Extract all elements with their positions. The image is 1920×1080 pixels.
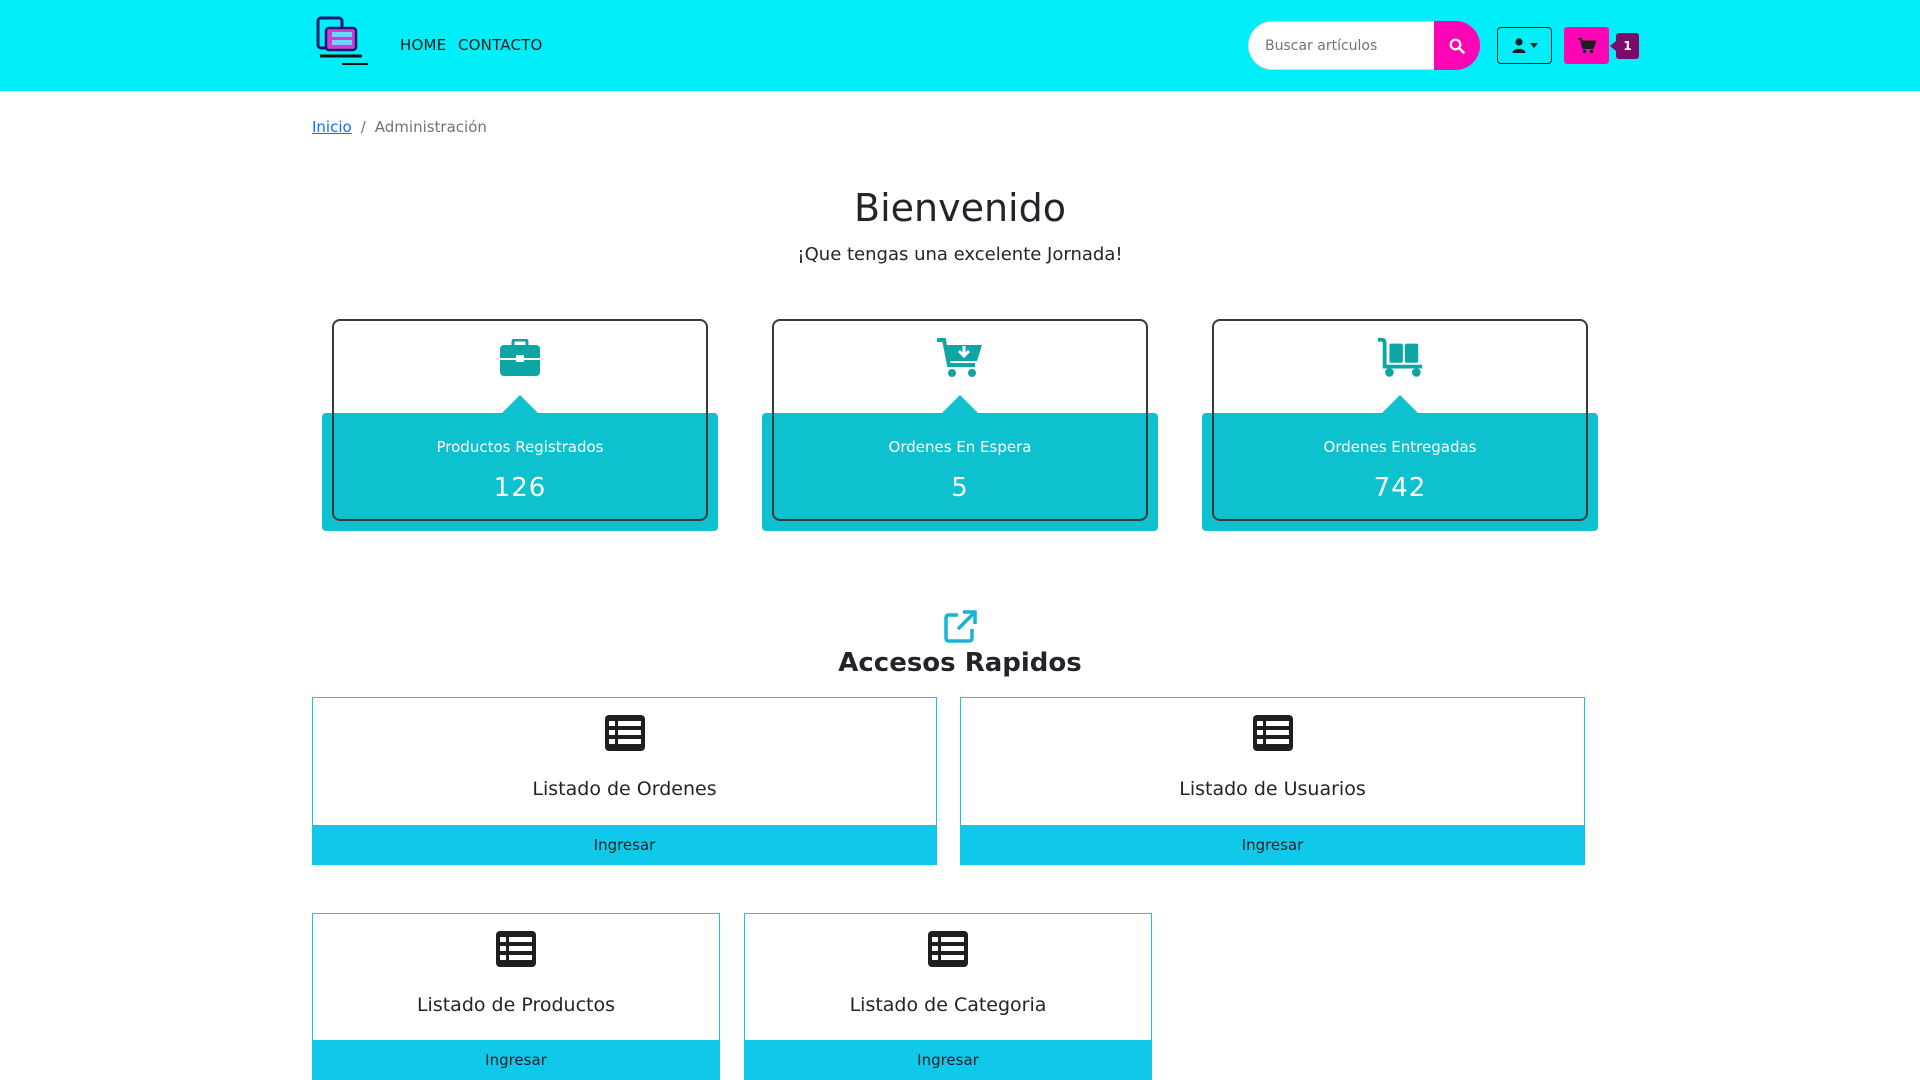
ingresar-users-button[interactable]: Ingresar — [960, 825, 1585, 865]
search-form — [1248, 21, 1480, 70]
page-subtitle: ¡Que tengas una excelente Jornada! — [797, 244, 1123, 265]
cart-icon — [1577, 37, 1596, 53]
brand-logo[interactable] — [312, 16, 374, 72]
list-icon — [495, 930, 537, 968]
page-title: Bienvenido — [854, 186, 1066, 230]
stat-card-products: Productos Registrados 126 — [322, 319, 718, 531]
stat-card-pointer — [502, 395, 538, 413]
breadcrumb-home-link[interactable]: Inicio — [312, 118, 352, 136]
user-icon — [1512, 38, 1525, 53]
ingresar-products-button[interactable]: Ingresar — [312, 1040, 720, 1080]
ingresar-categories-button[interactable]: Ingresar — [744, 1040, 1152, 1080]
logo-icon — [316, 16, 368, 65]
caret-down-icon — [1529, 43, 1538, 48]
quick-access-card-categories: Listado de Categoria Ingresar — [744, 913, 1152, 1080]
search-input[interactable] — [1248, 21, 1448, 70]
stat-card-pointer — [942, 395, 978, 413]
list-icon — [1252, 714, 1294, 752]
dolly-icon — [1376, 336, 1424, 380]
stat-card-pointer — [1382, 395, 1418, 413]
stat-label: Productos Registrados — [436, 438, 604, 456]
stat-label: Ordenes Entregadas — [1323, 438, 1477, 456]
ingresar-orders-button[interactable]: Ingresar — [312, 825, 937, 865]
quick-access-label: Listado de Usuarios — [1179, 778, 1366, 800]
cart-download-icon — [936, 336, 984, 380]
briefcase-icon — [496, 336, 544, 380]
list-icon — [604, 714, 646, 752]
quick-access-card-products: Listado de Productos Ingresar — [312, 913, 720, 1080]
quick-access-label: Listado de Ordenes — [532, 778, 717, 800]
nav-contact-link[interactable]: CONTACTO — [458, 36, 543, 54]
search-button[interactable] — [1434, 21, 1480, 70]
stat-value: 126 — [493, 473, 547, 503]
stat-value: 742 — [1373, 473, 1427, 503]
stat-card-pending-orders: Ordenes En Espera 5 — [762, 319, 1158, 531]
quick-access-card-users: Listado de Usuarios Ingresar — [960, 697, 1585, 865]
stat-card-delivered-orders: Ordenes Entregadas 742 — [1202, 319, 1598, 531]
external-link-icon — [943, 610, 977, 644]
quick-access-label: Listado de Categoria — [849, 994, 1047, 1016]
breadcrumb: Inicio / Administración — [312, 118, 487, 136]
quick-access-title: Accesos Rapidos — [838, 648, 1082, 678]
search-icon — [1449, 38, 1465, 54]
list-icon — [927, 930, 969, 968]
breadcrumb-current: Administración — [374, 118, 487, 136]
user-menu-button[interactable] — [1497, 27, 1552, 64]
quick-access-card-orders: Listado de Ordenes Ingresar — [312, 697, 937, 865]
stat-label: Ordenes En Espera — [888, 438, 1032, 456]
nav-home-link[interactable]: HOME — [400, 36, 446, 54]
cart-count-badge: 1 — [1610, 33, 1639, 59]
breadcrumb-separator: / — [360, 118, 366, 136]
cart-button[interactable] — [1564, 27, 1609, 64]
top-navbar: HOME CONTACTO 1 — [0, 0, 1920, 91]
stat-value: 5 — [951, 473, 969, 503]
quick-access-label: Listado de Productos — [416, 994, 616, 1016]
